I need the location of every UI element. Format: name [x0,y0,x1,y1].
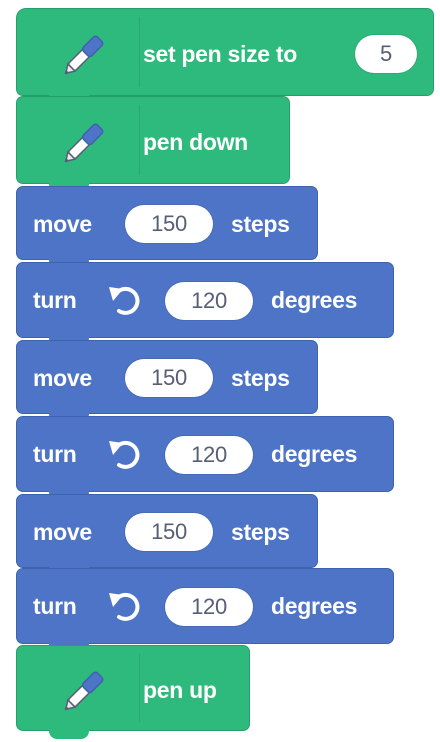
turn-label: turn [33,287,77,313]
turn-label: turn [33,441,77,467]
turn-degrees-block[interactable]: turn 120 degrees [16,416,394,500]
turn-degrees-block[interactable]: turn 120 degrees [16,262,394,346]
pen-down-block[interactable]: pen down [16,96,290,192]
rotate-left-icon [107,437,143,477]
code-area: set pen size to 5 pen down move 150 step… [0,0,440,742]
steps-input[interactable]: 150 [125,513,213,551]
move-label: move [33,365,92,391]
extension-divider [139,105,140,175]
steps-label: steps [231,211,290,237]
degrees-label: degrees [271,441,358,467]
degrees-input[interactable]: 120 [165,282,253,320]
degrees-input[interactable]: 120 [165,436,253,474]
degrees-input[interactable]: 120 [165,588,253,626]
degrees-label: degrees [271,593,358,619]
move-label: move [33,211,92,237]
degrees-label: degrees [271,287,358,313]
extension-divider [139,17,140,87]
turn-label: turn [33,593,77,619]
rotate-left-icon [107,283,143,323]
move-steps-block[interactable]: move 150 steps [16,494,318,576]
pen-up-block[interactable]: pen up [16,645,250,739]
rotate-left-icon [107,589,143,629]
set-pen-size-label: set pen size to [143,41,297,67]
extension-divider [139,654,140,722]
pen-icon [37,646,137,730]
move-label: move [33,519,92,545]
steps-label: steps [231,365,290,391]
pen-icon [37,9,137,95]
turn-degrees-block[interactable]: turn 120 degrees [16,568,394,652]
steps-input[interactable]: 150 [125,205,213,243]
pen-icon [37,97,137,183]
pen-up-label: pen up [143,677,217,703]
set-pen-size-block[interactable]: set pen size to 5 [16,8,434,104]
move-steps-block[interactable]: move 150 steps [16,340,318,422]
steps-label: steps [231,519,290,545]
move-steps-block[interactable]: move 150 steps [16,186,318,268]
pen-down-label: pen down [143,129,248,155]
pen-size-input[interactable]: 5 [355,35,417,73]
steps-input[interactable]: 150 [125,359,213,397]
